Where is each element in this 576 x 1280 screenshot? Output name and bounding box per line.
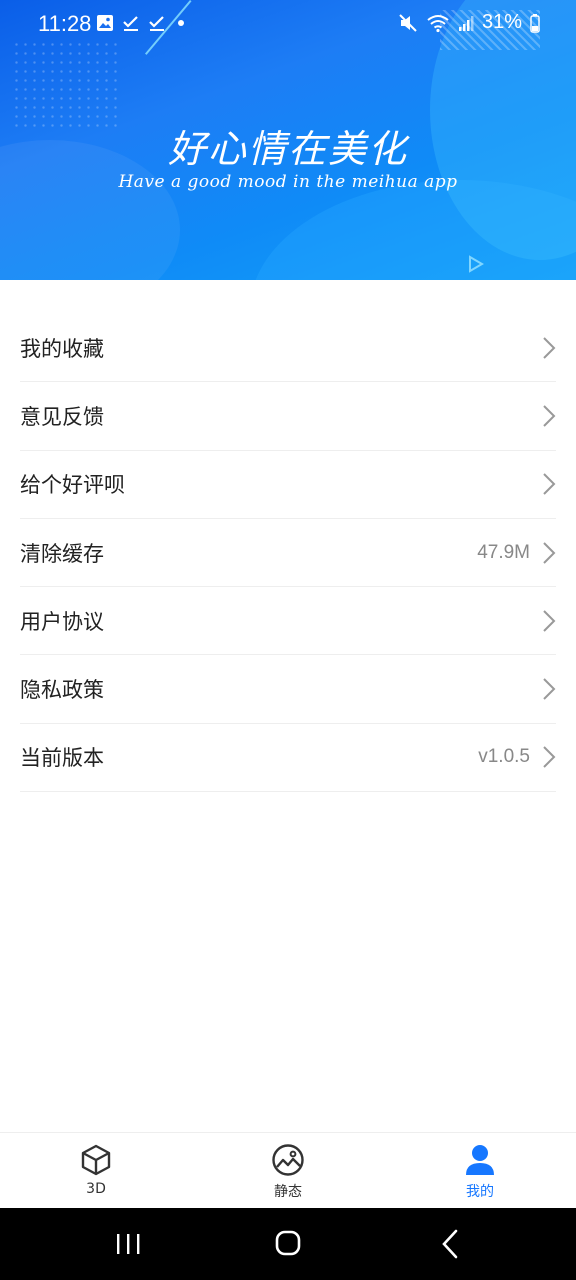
back-icon[interactable] <box>432 1226 472 1262</box>
menu-item-label: 清除缓存 <box>20 541 104 566</box>
tab-3d[interactable]: 3D <box>0 1133 192 1208</box>
menu-item-label: 意见反馈 <box>20 404 104 429</box>
dot-icon <box>178 20 184 26</box>
version-value: v1.0.5 <box>478 746 530 768</box>
recent-apps-icon[interactable] <box>108 1226 148 1262</box>
menu-item-user-agreement[interactable]: 用户协议 <box>20 587 556 656</box>
wifi-icon <box>427 14 449 32</box>
menu-item-clear-cache[interactable]: 清除缓存 47.9M <box>20 519 556 588</box>
tab-mine[interactable]: 我的 <box>384 1133 576 1208</box>
play-triangle-icon <box>469 255 484 273</box>
status-bar: 11:28 31% <box>0 0 576 48</box>
tab-static[interactable]: 静态 <box>192 1133 384 1208</box>
cube-icon <box>81 1144 111 1176</box>
check-icon <box>149 16 164 31</box>
menu-item-privacy-policy[interactable]: 隐私政策 <box>20 655 556 724</box>
home-icon[interactable] <box>268 1226 308 1262</box>
battery-percent: 31% <box>481 11 522 33</box>
status-time: 11:28 <box>38 11 92 36</box>
chevron-right-icon <box>543 678 556 700</box>
chevron-right-icon <box>543 610 556 632</box>
menu-item-label: 隐私政策 <box>20 678 104 703</box>
banner-dot-pattern <box>12 40 122 130</box>
bottom-tab-bar: 3D 静态 我的 <box>0 1132 576 1208</box>
tab-label: 静态 <box>274 1184 302 1200</box>
menu-item-label: 当前版本 <box>20 746 104 771</box>
chevron-right-icon <box>543 405 556 427</box>
chevron-right-icon <box>543 336 556 359</box>
gallery-icon <box>97 15 113 31</box>
chevron-right-icon <box>543 746 556 769</box>
settings-menu: 我的收藏 意见反馈 给个好评呗 清除缓存 47.9M 用户协议 隐私政策 当前版… <box>0 314 576 793</box>
chevron-right-icon <box>543 541 556 564</box>
menu-item-version[interactable]: 当前版本 v1.0.5 <box>20 724 556 793</box>
chevron-right-icon <box>543 473 556 495</box>
image-icon <box>272 1144 304 1176</box>
signal-icon <box>458 15 474 31</box>
cache-size-value: 47.9M <box>477 541 530 563</box>
menu-item-label: 用户协议 <box>20 609 104 634</box>
menu-item-rate[interactable]: 给个好评呗 <box>20 451 556 519</box>
mute-icon <box>399 13 417 32</box>
menu-item-label: 我的收藏 <box>20 336 104 361</box>
menu-item-feedback[interactable]: 意见反馈 <box>20 382 556 451</box>
tab-label: 我的 <box>466 1184 494 1200</box>
person-icon <box>466 1145 494 1175</box>
menu-item-label: 给个好评呗 <box>20 473 125 498</box>
banner-subtitle: Have a good mood in the meihua app <box>118 172 458 192</box>
menu-item-favorites[interactable]: 我的收藏 <box>20 314 556 383</box>
banner-title: 好心情在美化 <box>167 127 408 171</box>
system-nav-bar <box>0 1208 576 1280</box>
battery-icon <box>530 13 540 33</box>
check-icon <box>123 16 138 31</box>
tab-label: 3D <box>86 1181 106 1197</box>
